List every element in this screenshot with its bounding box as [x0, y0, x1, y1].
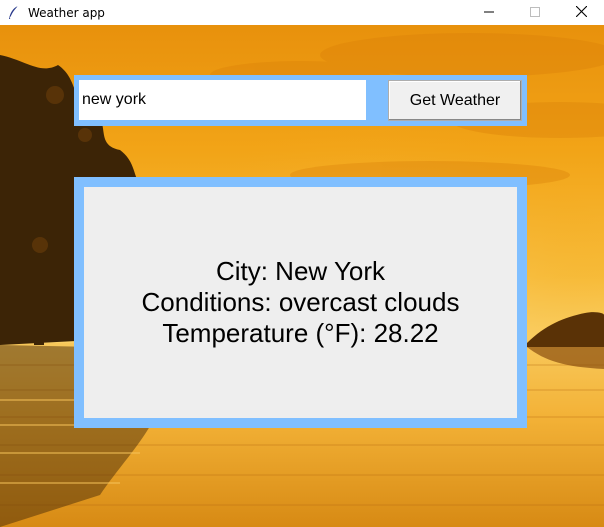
minimize-icon — [484, 4, 494, 22]
app-window: Weather app new york Get Weather City: N… — [0, 0, 604, 527]
maximize-button[interactable] — [512, 0, 558, 25]
close-icon — [575, 4, 587, 22]
temperature-result: Temperature (°F): 28.22 — [162, 318, 439, 348]
window-controls — [466, 0, 604, 25]
search-frame: Get Weather — [74, 75, 527, 126]
title-bar: Weather app — [0, 0, 604, 25]
result-frame: City: New York Conditions: overcast clou… — [74, 177, 527, 428]
close-button[interactable] — [558, 0, 604, 25]
maximize-icon — [530, 4, 540, 22]
minimize-button[interactable] — [466, 0, 512, 25]
city-input[interactable] — [79, 80, 366, 120]
feather-icon — [6, 5, 22, 21]
weather-result-panel: City: New York Conditions: overcast clou… — [84, 187, 517, 418]
get-weather-button[interactable]: Get Weather — [388, 80, 522, 121]
window-title: Weather app — [28, 5, 105, 20]
conditions-result: Conditions: overcast clouds — [141, 287, 460, 317]
city-result: City: New York — [215, 256, 386, 286]
